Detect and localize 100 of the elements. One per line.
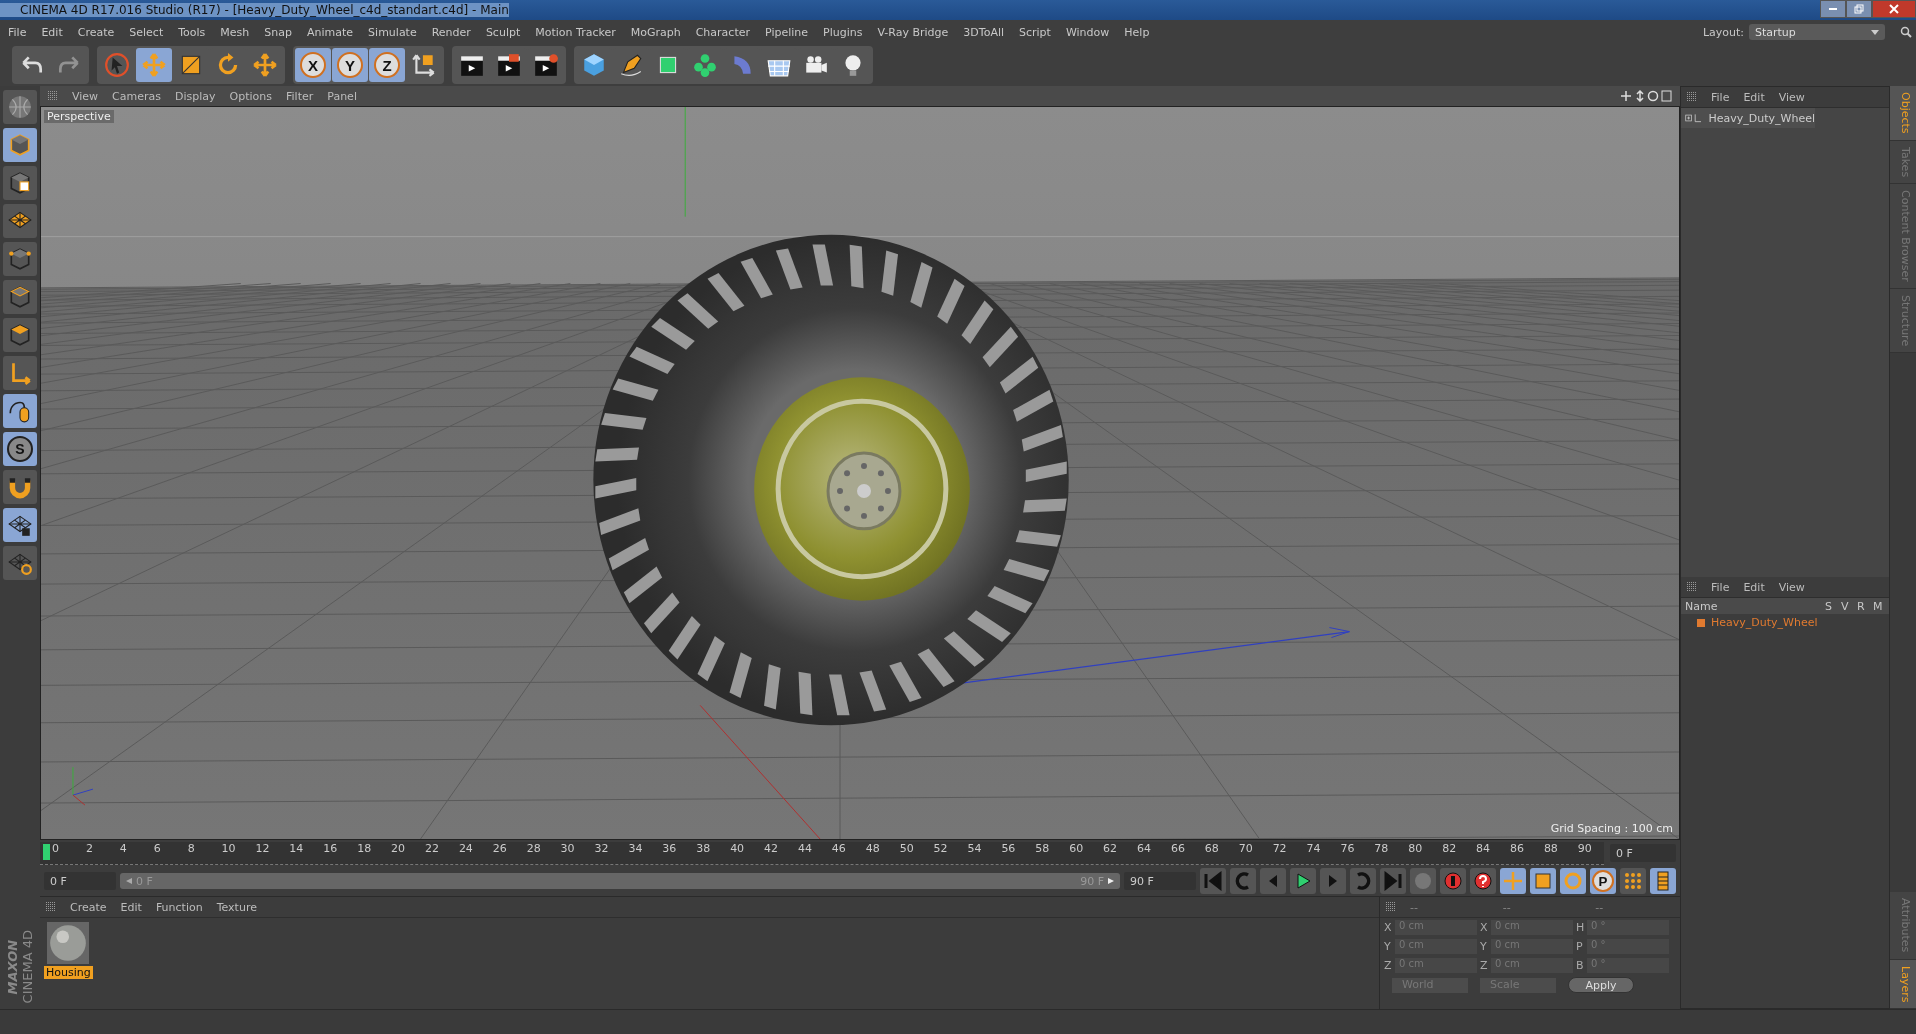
viewport-menu-item[interactable]: Options — [229, 89, 272, 103]
playback-button[interactable] — [1470, 868, 1496, 894]
material-menu-item[interactable]: Create — [70, 900, 107, 914]
axis-lock-button[interactable]: Z — [369, 48, 405, 82]
frame-number: 74 — [1306, 841, 1322, 857]
material-menu-item[interactable]: Texture — [216, 900, 257, 914]
mode-button[interactable] — [3, 546, 37, 580]
minimize-icon — [1829, 8, 1837, 10]
viewport-menu-item[interactable]: Panel — [327, 89, 357, 103]
layer-color-swatch[interactable] — [1697, 618, 1705, 627]
frame-number: 66 — [1170, 841, 1186, 857]
menu-item[interactable]: Render — [431, 25, 471, 39]
playback-button[interactable]: P — [1590, 868, 1616, 894]
left-handle-icon[interactable] — [126, 878, 132, 884]
mode-button[interactable] — [3, 318, 37, 352]
frame-number: 42 — [764, 841, 780, 857]
current-frame-field[interactable]: 0 F — [1610, 844, 1676, 862]
column-header: Name — [1684, 599, 1719, 613]
search-icon[interactable] — [1900, 26, 1912, 38]
menu-item[interactable]: Mesh — [220, 25, 250, 39]
menu-item[interactable]: Animate — [307, 25, 354, 39]
object-menu-item[interactable]: Edit — [1743, 90, 1765, 104]
record-icon — [1443, 871, 1463, 891]
cluster-icon — [692, 52, 718, 78]
playhead-marker[interactable] — [43, 843, 50, 860]
frame-number: 38 — [696, 841, 712, 857]
menu-item[interactable]: Select — [129, 25, 164, 39]
material-name[interactable]: Housing — [44, 966, 93, 979]
material-menu-item[interactable]: Edit — [120, 900, 142, 914]
mode-button[interactable] — [3, 508, 37, 542]
menu-item[interactable]: Help — [1124, 25, 1150, 39]
menu-item[interactable]: Edit — [41, 25, 63, 39]
menu-item[interactable]: Pipeline — [765, 25, 809, 39]
viewport-menu-item[interactable]: View — [72, 89, 99, 103]
side-tab[interactable]: Objects — [1890, 86, 1916, 141]
layer-menu-item[interactable]: Edit — [1743, 580, 1765, 594]
material-sphere-thumbnail[interactable] — [47, 922, 90, 964]
axis-label: Y — [1384, 940, 1392, 953]
mode-button[interactable]: S — [3, 432, 37, 466]
navigation-icons-drawing[interactable] — [1620, 90, 1672, 102]
mode-button[interactable] — [3, 204, 37, 238]
menu-item[interactable]: Plugins — [823, 25, 863, 39]
layout-dropdown[interactable]: Startup — [1749, 24, 1885, 40]
object-menu-item[interactable]: View — [1778, 90, 1805, 104]
layer-name[interactable]: Heavy_Duty_Wheel — [1711, 616, 1818, 629]
grip-icon[interactable] — [1687, 582, 1697, 592]
menu-item[interactable]: Character — [695, 25, 750, 39]
grip-icon[interactable] — [1386, 902, 1396, 912]
menu-item[interactable]: MoGraph — [630, 25, 681, 39]
viewport-menu-item[interactable]: Filter — [286, 89, 314, 103]
scale-icon — [1533, 871, 1553, 891]
menu-item[interactable]: Script — [1019, 25, 1051, 39]
minimize-button[interactable] — [1820, 0, 1846, 18]
start-frame-field[interactable]: 0 F — [44, 872, 116, 890]
axis-label: X — [1384, 921, 1392, 934]
layer-menu-item[interactable]: View — [1778, 580, 1805, 594]
playback-button[interactable] — [1290, 868, 1316, 894]
restore-button[interactable] — [1846, 0, 1872, 18]
layer-menu-item[interactable]: File — [1711, 580, 1730, 594]
column-header: R — [1857, 599, 1866, 613]
axis-label: X — [1480, 921, 1488, 934]
frame-number: 76 — [1340, 841, 1356, 857]
pen-icon — [618, 52, 644, 78]
axis-label: P — [1576, 940, 1584, 953]
side-tab[interactable]: Layers — [1890, 959, 1916, 1009]
menu-item[interactable]: File — [8, 25, 27, 39]
end-frame-field[interactable]: 90 F — [1124, 872, 1196, 890]
menu-item[interactable]: Snap — [264, 25, 292, 39]
frame-number: 36 — [662, 841, 678, 857]
menu-item[interactable]: Sculpt — [485, 25, 521, 39]
object-row[interactable]: Heavy_Duty_Wheel — [1681, 108, 1815, 128]
frame-number: 0 — [52, 841, 60, 857]
viewport-menu-item[interactable]: Cameras — [112, 89, 161, 103]
grip-icon[interactable] — [46, 902, 56, 912]
grip-icon[interactable] — [48, 91, 58, 101]
frame-number: 86 — [1509, 841, 1525, 857]
close-button[interactable] — [1872, 0, 1916, 18]
material-menu-item[interactable]: Function — [155, 900, 203, 914]
menu-item[interactable]: Window — [1065, 25, 1110, 39]
timeline-ruler[interactable]: 0 2 4 6 8 10 12 14 16 18 20 22 24 26 28 30 32 34 36 38 40 42 44 46 48 50 52 54 56 58 60 62 64 66 68 70 72 74 76 78 80 82 84 86 88 90 — [40, 841, 1604, 865]
object-menu-item[interactable]: File — [1711, 90, 1730, 104]
coordinate-header: -- — [1410, 900, 1419, 914]
mode-button[interactable] — [3, 470, 37, 504]
right-handle-icon[interactable] — [1108, 878, 1114, 884]
viewport-menu-item[interactable]: Display — [175, 89, 216, 103]
frame-number: 30 — [560, 841, 576, 857]
mode-button[interactable] — [3, 394, 37, 428]
frame-number: 62 — [1103, 841, 1119, 857]
apply-button[interactable]: Apply — [1568, 977, 1634, 993]
axis-lock-button[interactable]: Y — [332, 48, 368, 82]
menu-item[interactable]: Create — [77, 25, 115, 39]
plus-arrows-icon — [252, 52, 278, 78]
menu-item[interactable]: V-Ray Bridge — [877, 25, 949, 39]
mode-button[interactable] — [3, 166, 37, 200]
menu-item[interactable]: Tools — [178, 25, 206, 39]
grip-icon[interactable] — [1687, 92, 1697, 102]
menu-item[interactable]: Motion Tracker — [535, 25, 616, 39]
axis-lock-button[interactable]: X — [295, 48, 331, 82]
menu-item[interactable]: 3DToAll — [963, 25, 1004, 39]
menu-item[interactable]: Simulate — [368, 25, 417, 39]
